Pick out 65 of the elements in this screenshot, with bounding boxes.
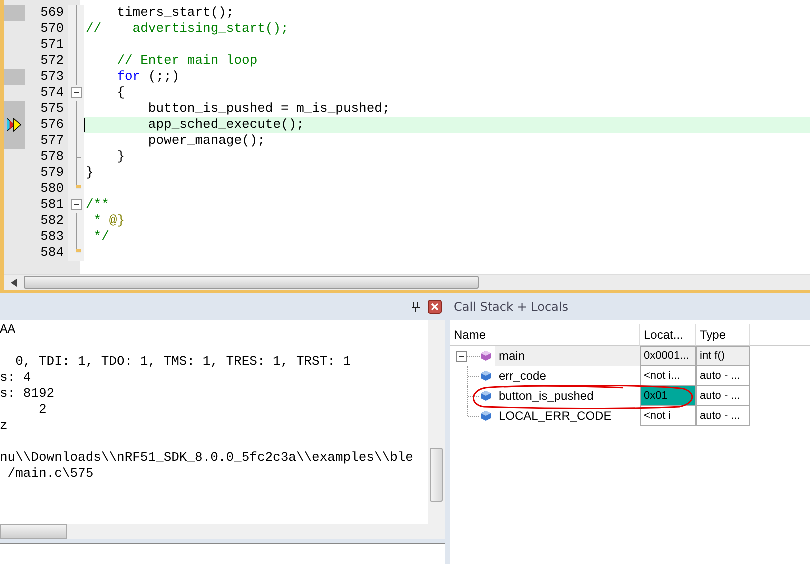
variable-icon: [481, 410, 491, 422]
code-line: // Enter main loop: [116, 53, 258, 68]
output-line: s: 8192: [0, 386, 55, 401]
horizontal-scrollbar[interactable]: [0, 524, 445, 539]
collapse-icon[interactable]: [71, 87, 82, 98]
location-cell: 0x01: [640, 386, 696, 406]
variable-name[interactable]: button_is_pushed: [495, 386, 598, 406]
variable-icon: [481, 390, 491, 402]
type-cell: auto - ...: [696, 366, 750, 386]
code-line: }: [86, 165, 94, 180]
code-line: power_manage();: [147, 133, 266, 148]
type-cell: auto - ...: [696, 406, 750, 426]
code-line: * @}: [92, 213, 126, 228]
line-number: 578: [40, 149, 64, 165]
line-number: 579: [40, 165, 64, 181]
horizontal-scrollbar[interactable]: [4, 274, 810, 290]
collapse-icon[interactable]: [71, 199, 82, 210]
type-cell: int f(): [696, 346, 750, 366]
output-line: AA: [0, 322, 16, 337]
output-line: 0, TDI: 1, TDO: 1, TMS: 1, TRES: 1, TRST: 1: [14, 354, 352, 369]
output-line: z: [0, 418, 8, 433]
code-line: for (;;): [116, 69, 180, 84]
line-number: 571: [40, 37, 64, 53]
command-field[interactable]: [0, 543, 445, 564]
line-number: 583: [40, 229, 64, 245]
code-line: app_sched_execute();: [147, 117, 304, 132]
location-cell: 0x0001...: [640, 346, 696, 366]
output-line: /main.c\575: [6, 466, 94, 481]
line-number: 572: [40, 53, 64, 69]
output-line: 2: [38, 402, 47, 417]
line-number: 574: [40, 85, 64, 101]
vertical-scrollbar[interactable]: [428, 320, 445, 524]
location-cell: <not i: [640, 406, 696, 426]
line-number: 581: [40, 197, 64, 213]
code-line: {: [116, 85, 126, 100]
line-number: 573: [40, 69, 64, 85]
line-number: 584: [40, 245, 64, 261]
line-number: 580: [40, 181, 64, 197]
code-line: // advertising_start();: [86, 21, 289, 36]
variable-name[interactable]: LOCAL_ERR_CODE: [495, 406, 616, 426]
scroll-left-icon[interactable]: [11, 278, 17, 286]
variable-icon: [481, 370, 491, 382]
variable-name[interactable]: err_code: [495, 366, 550, 386]
code-line: button_is_pushed = m_is_pushed;: [147, 101, 390, 116]
code-line: timers_start();: [116, 5, 234, 20]
line-number: 576: [40, 117, 64, 133]
code-line: /**: [86, 197, 110, 212]
close-icon[interactable]: [428, 300, 442, 314]
line-number: 582: [40, 213, 64, 229]
line-number: 569: [40, 5, 64, 21]
code-line: }: [116, 149, 126, 164]
output-line: s: 4: [0, 370, 32, 385]
type-cell: auto - ...: [696, 386, 750, 406]
output-line: nu\\Downloads\\nRF51_SDK_8.0.0_5fc2c3a\\examples\\ble: [0, 450, 414, 465]
column-header[interactable]: Type: [696, 324, 750, 346]
code-line: */: [92, 229, 110, 244]
line-number: 570: [40, 21, 64, 37]
pin-icon[interactable]: [412, 302, 420, 312]
column-header[interactable]: Locat...: [640, 324, 696, 346]
line-number: 577: [40, 133, 64, 149]
line-number: 575: [40, 101, 64, 117]
panel-title: Call Stack + Locals: [454, 300, 568, 314]
function-icon: [481, 350, 491, 362]
frame-name[interactable]: main: [495, 346, 640, 366]
column-header[interactable]: Name: [450, 324, 640, 346]
